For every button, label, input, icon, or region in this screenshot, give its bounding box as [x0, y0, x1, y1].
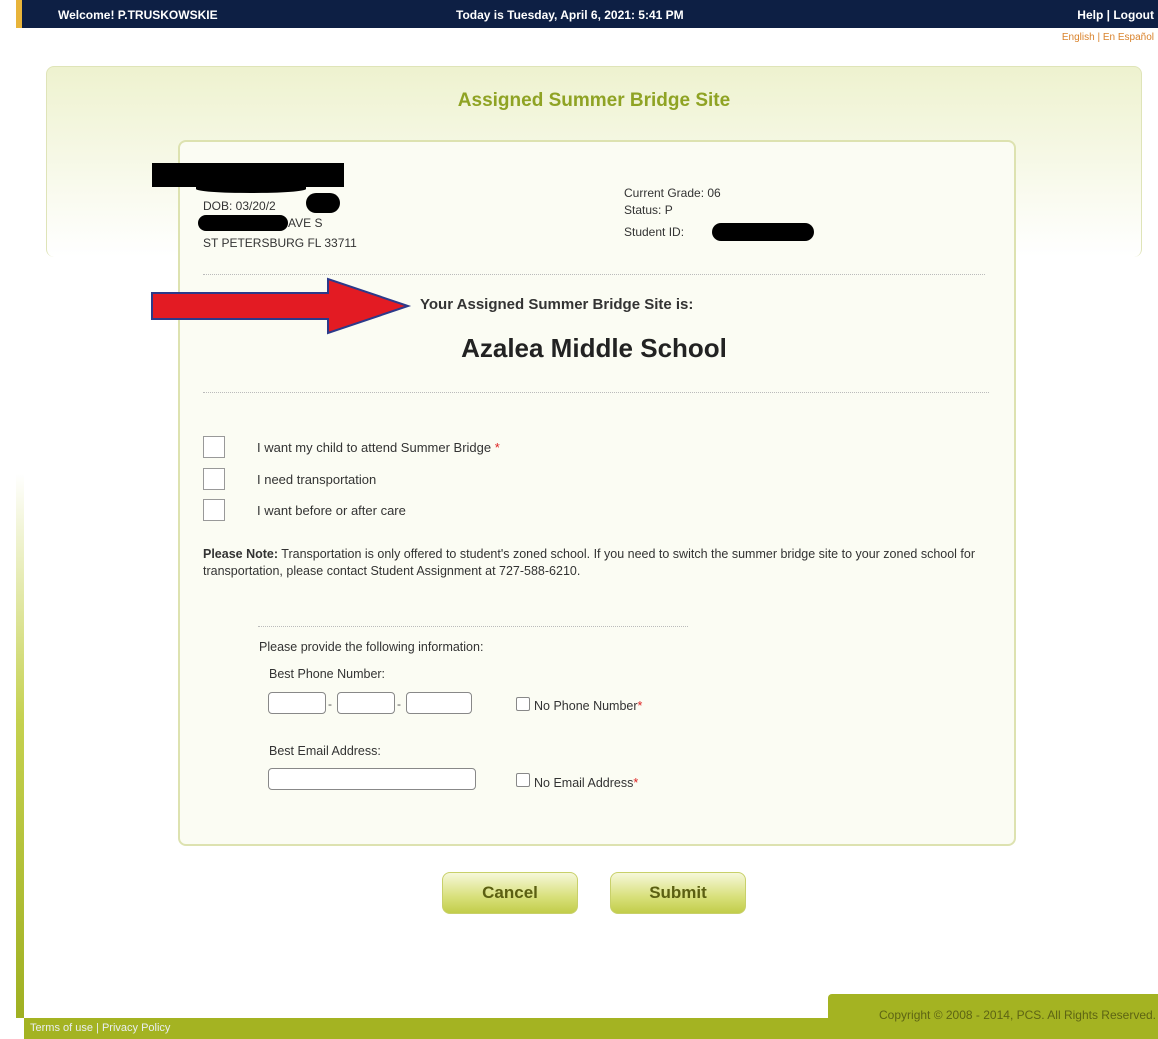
- phone-label: Best Phone Number:: [269, 667, 386, 681]
- email-input[interactable]: [268, 768, 476, 790]
- assigned-site-name: Azalea Middle School: [461, 333, 727, 363]
- care-label: I want before or after care: [257, 503, 406, 518]
- note-heading: Please Note:: [203, 547, 279, 561]
- red-arrow-icon: [151, 277, 412, 335]
- cancel-button[interactable]: Cancel: [442, 872, 578, 914]
- contact-intro: Please provide the following information…: [259, 640, 484, 654]
- phone-area-input[interactable]: [268, 692, 326, 714]
- phone-dash: -: [328, 697, 332, 711]
- divider: [203, 392, 989, 393]
- no-phone-checkbox[interactable]: [516, 697, 530, 711]
- redaction-dob: [306, 193, 340, 213]
- spanish-link[interactable]: En Español: [1103, 32, 1154, 43]
- top-bar: Welcome! P.TRUSKOWSKIE Today is Tuesday,…: [16, 0, 1158, 28]
- top-links: Help | Logout: [1077, 8, 1154, 22]
- footer-separator: |: [96, 1022, 99, 1034]
- no-phone-label: No Phone Number*: [534, 699, 643, 713]
- logout-link[interactable]: Logout: [1113, 8, 1154, 22]
- student-address: AVE S: [288, 216, 323, 230]
- phone-line-input[interactable]: [406, 692, 472, 714]
- redaction-name: [152, 163, 344, 187]
- student-status: Status: P: [624, 203, 673, 217]
- please-note: Please Note: Transportation is only offe…: [203, 546, 983, 580]
- required-marker: *: [494, 440, 500, 455]
- help-link[interactable]: Help: [1077, 8, 1103, 22]
- current-grade: Current Grade: 06: [624, 186, 721, 200]
- privacy-link[interactable]: Privacy Policy: [102, 1022, 170, 1034]
- divider: [203, 274, 985, 275]
- email-label: Best Email Address:: [269, 744, 381, 758]
- care-checkbox[interactable]: [203, 499, 225, 521]
- copyright-text: Copyright © 2008 - 2014, PCS. All Rights…: [879, 1008, 1156, 1022]
- no-email-label: No Email Address*: [534, 776, 639, 790]
- divider: [258, 626, 688, 627]
- attend-label: I want my child to attend Summer Bridge …: [257, 440, 500, 455]
- redaction-name-bottom: [196, 185, 306, 193]
- footer-links: Terms of use | Privacy Policy: [30, 1022, 170, 1034]
- lang-separator: |: [1097, 32, 1101, 43]
- welcome-text: Welcome! P.TRUSKOWSKIE: [58, 8, 218, 22]
- phone-prefix-input[interactable]: [337, 692, 395, 714]
- terms-link[interactable]: Terms of use: [30, 1022, 93, 1034]
- no-email-checkbox[interactable]: [516, 773, 530, 787]
- student-id-label: Student ID:: [624, 225, 685, 239]
- note-text: Transportation is only offered to studen…: [203, 547, 976, 578]
- language-switch: English | En Español: [1062, 32, 1154, 43]
- top-bar-accent: [16, 0, 22, 28]
- transportation-checkbox[interactable]: [203, 468, 225, 490]
- english-link[interactable]: English: [1062, 32, 1095, 43]
- transportation-label: I need transportation: [257, 472, 377, 487]
- phone-dash: -: [397, 697, 401, 711]
- left-accent-bar: [16, 28, 24, 1018]
- page-title: Assigned Summer Bridge Site: [457, 90, 731, 111]
- redaction-address: [198, 215, 288, 231]
- assigned-site-label: Your Assigned Summer Bridge Site is:: [420, 296, 694, 313]
- student-city: ST PETERSBURG FL 33711: [203, 236, 357, 250]
- link-separator: |: [1106, 8, 1110, 22]
- date-time-text: Today is Tuesday, April 6, 2021: 5:41 PM: [456, 8, 684, 22]
- student-dob: DOB: 03/20/2: [203, 199, 276, 213]
- redaction-student-id: [712, 223, 814, 241]
- submit-button[interactable]: Submit: [610, 872, 746, 914]
- attend-checkbox[interactable]: [203, 436, 225, 458]
